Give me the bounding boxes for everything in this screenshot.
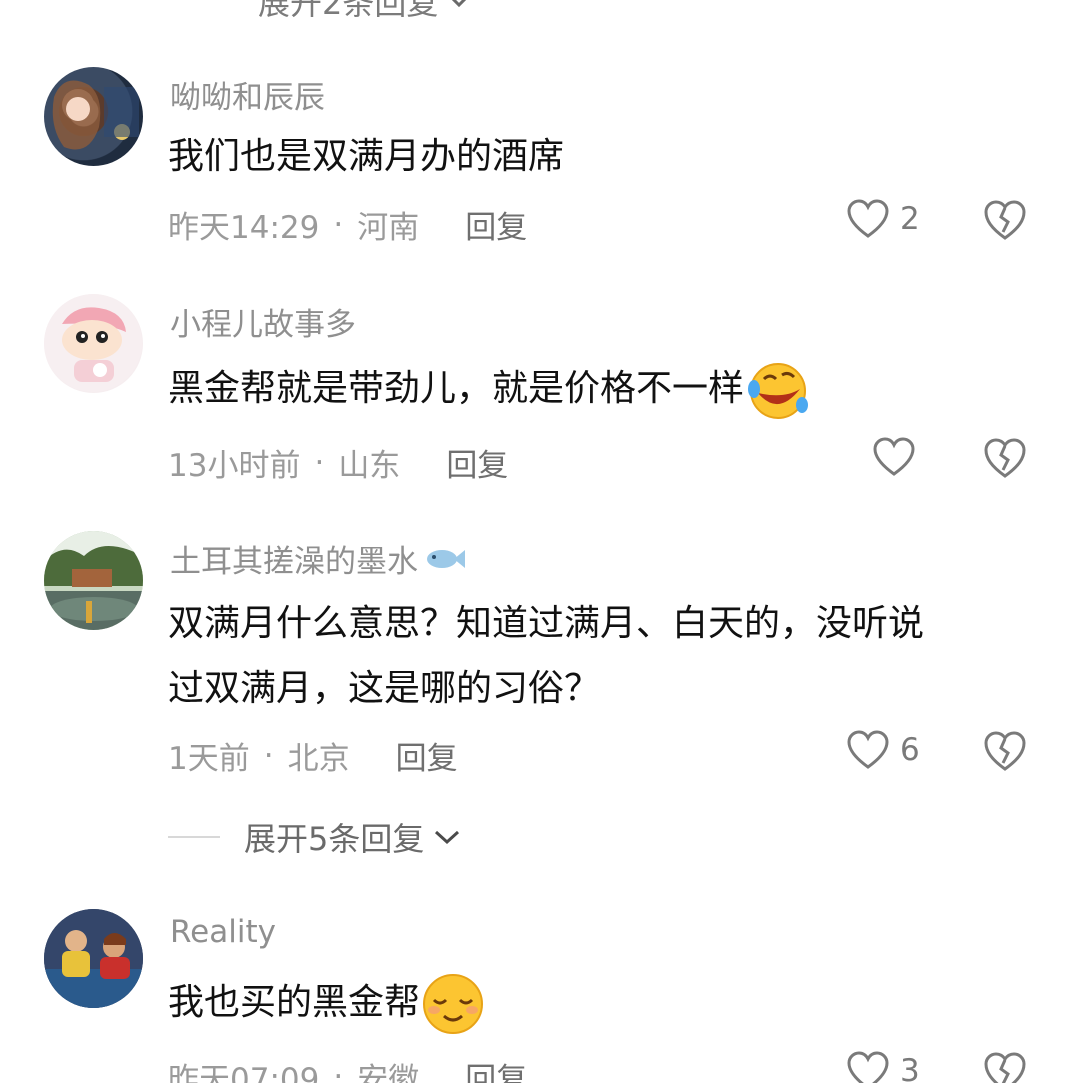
fish-icon (427, 549, 465, 568)
dislike-button[interactable] (982, 198, 1028, 246)
comment-meta: 昨天14:29 · 河南 回复 (168, 202, 527, 247)
username-row[interactable]: 土耳其搓澡的墨水 (170, 536, 466, 581)
comment-text-body: 我也买的黑金帮 (168, 982, 421, 1023)
like-button[interactable]: 3 (846, 1050, 920, 1083)
broken-heart-icon (984, 731, 1026, 771)
comment-time: 1天前 (168, 741, 250, 777)
comment-text: 我们也是双满月办的酒席 (168, 136, 565, 177)
comment-time: 昨天07:09 (168, 1062, 320, 1083)
reply-button[interactable]: 回复 (446, 440, 508, 485)
like-count: 2 (900, 201, 920, 237)
chevron-down-icon (452, 0, 467, 8)
comment-meta: 昨天07:09 · 安徽 回复 (168, 1054, 527, 1083)
dislike-button[interactable] (982, 436, 1028, 484)
reply-button[interactable]: 回复 (465, 1054, 527, 1083)
comment-text-body: 黑金帮就是带劲儿，就是价格不一样 (168, 368, 745, 409)
separator: · (333, 206, 344, 243)
username[interactable]: 土耳其搓澡的墨水 (170, 536, 418, 581)
broken-heart-icon (984, 200, 1026, 240)
comment-text: 双满月什么意思？知道过满月、白天的，没听说 (168, 603, 925, 644)
separator: · (314, 444, 325, 481)
comment-location: 安徽 (357, 1062, 420, 1083)
avatar[interactable] (44, 909, 143, 1008)
dislike-button[interactable] (982, 1050, 1028, 1083)
dislike-button[interactable] (982, 729, 1028, 777)
username[interactable]: 小程儿故事多 (170, 299, 356, 344)
divider-line (168, 836, 220, 838)
expand-replies-top[interactable]: 展开2条回复 (258, 0, 470, 24)
comment-text: 我也买的黑金帮 (168, 970, 486, 1036)
comment-time: 昨天14:29 (168, 210, 320, 246)
like-count: 6 (900, 732, 920, 768)
like-button[interactable]: 6 (846, 729, 920, 771)
like-count: 3 (900, 1053, 920, 1083)
comment-location: 北京 (287, 741, 350, 777)
username[interactable]: Reality (170, 914, 276, 950)
heart-outline-icon (847, 199, 889, 238)
username[interactable]: 呦呦和辰辰 (170, 72, 325, 117)
rolling-laughing-emoji (748, 363, 809, 419)
comment-meta: 13小时前 · 山东 回复 (168, 440, 508, 485)
comment-time: 13小时前 (168, 448, 301, 484)
expand-label: 展开5条回复 (244, 820, 425, 858)
like-button[interactable]: 2 (846, 198, 920, 240)
avatar[interactable] (44, 294, 143, 393)
comment-list: 展开2条回复 呦呦和辰辰 我们也是双满月办的酒席 昨天14:29 · 河南 回复 (0, 0, 1080, 1083)
comment-meta: 1天前 · 北京 回复 (168, 733, 458, 778)
expand-replies-button[interactable]: 展开5条回复 (168, 814, 462, 860)
like-button[interactable] (872, 436, 926, 478)
comment-text: 过双满月，这是哪的习俗？ (168, 668, 601, 709)
expand-label: 展开2条回复 (258, 0, 439, 22)
comment-text: 黑金帮就是带劲儿，就是价格不一样 (168, 356, 810, 421)
avatar[interactable] (44, 67, 143, 166)
heart-outline-icon (873, 437, 915, 476)
relieved-smile-emoji (423, 974, 484, 1034)
reply-button[interactable]: 回复 (465, 202, 527, 247)
avatar[interactable] (44, 531, 143, 630)
comment-location: 山东 (338, 448, 401, 484)
broken-heart-icon (984, 1052, 1026, 1083)
broken-heart-icon (984, 438, 1026, 478)
chevron-down-icon (435, 830, 460, 845)
separator: · (263, 737, 274, 774)
heart-outline-icon (847, 730, 889, 769)
reply-button[interactable]: 回复 (396, 733, 458, 778)
separator: · (333, 1058, 344, 1083)
heart-outline-icon (847, 1051, 889, 1083)
comment-location: 河南 (357, 210, 420, 246)
